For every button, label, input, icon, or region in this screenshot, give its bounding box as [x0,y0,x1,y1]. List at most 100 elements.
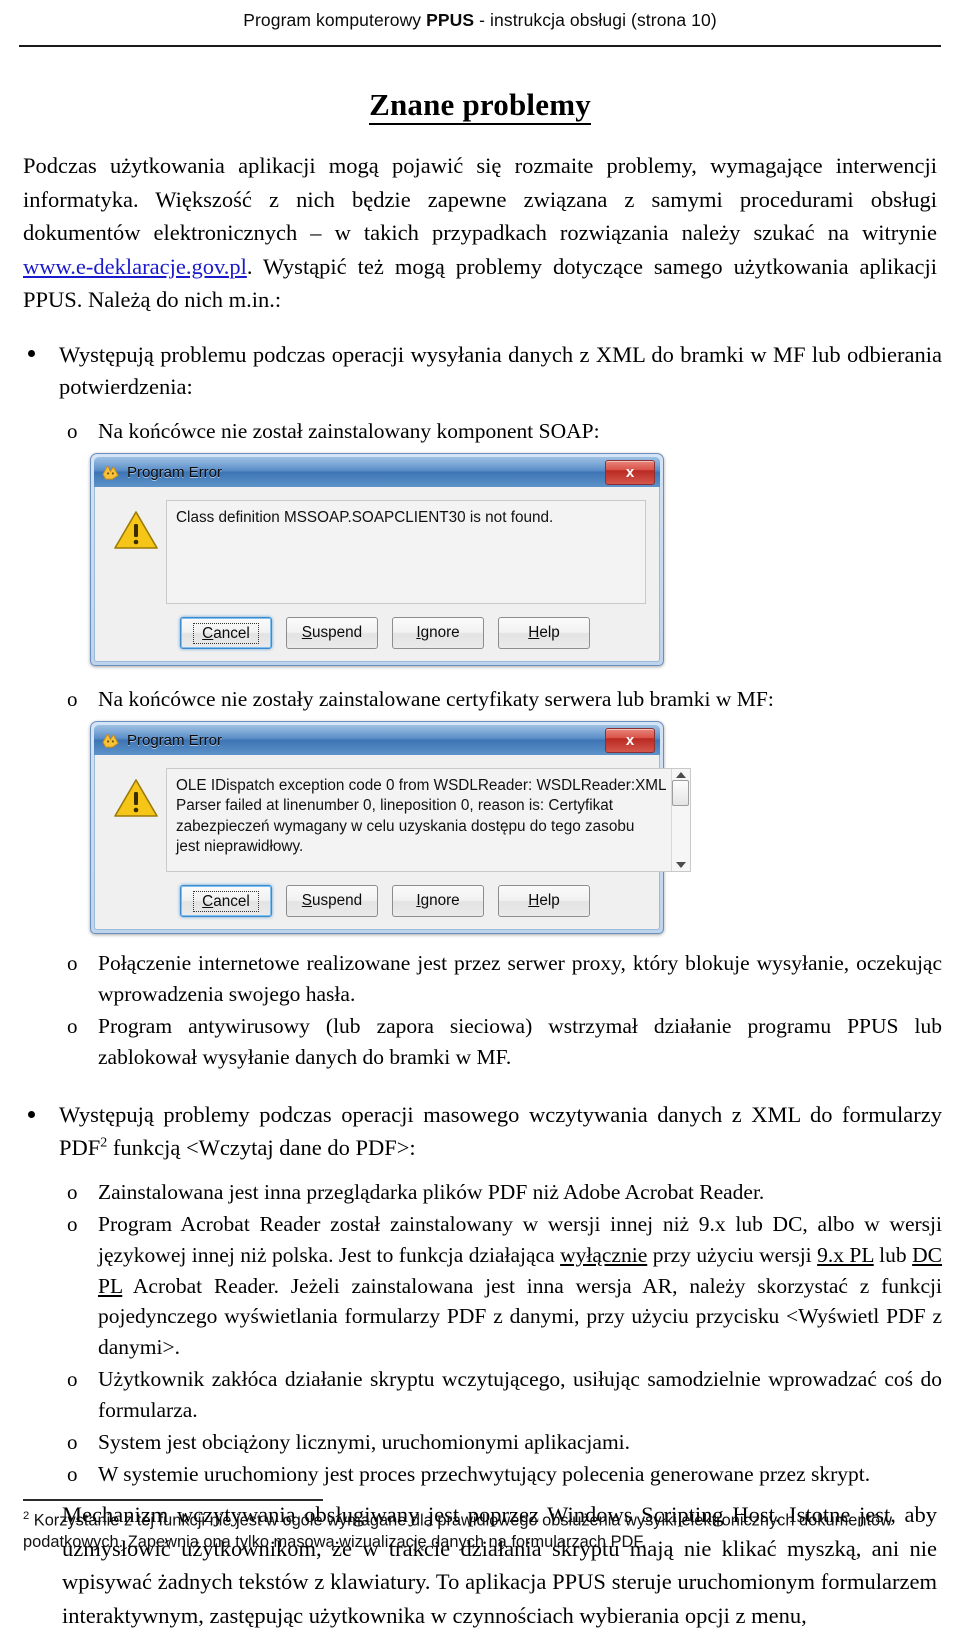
bullet-circle-icon: o [67,1367,78,1392]
dialog1-titlebar[interactable]: Program Error x [94,457,660,488]
ignore-button[interactable]: Ignore [392,617,484,650]
warning-icon [114,511,158,550]
problem-sublist-1: o Na końcówce nie został zainstalowany k… [59,416,942,447]
program-error-app-icon [102,732,119,748]
list-item: o Program Acrobat Reader został zainstalo… [59,1209,942,1364]
running-header-suffix: - instrukcja obsługi (strona 10) [474,10,717,30]
intro-text-part1: Podczas użytkowania aplikacji mogą pojaw… [23,153,937,246]
dialog1-body: Class definition MSSOAP.SOAPCLIENT30 is … [94,487,660,663]
list-item: o Na końcówce nie został zainstalowany k… [59,416,942,447]
footnote: 2 Korzystanie z tej funkcji nie jest w o… [23,1509,937,1553]
close-icon[interactable]: x [605,727,655,753]
bullet-circle-icon: o [67,419,78,444]
list-item: Występują problemu podczas operacji wysy… [18,339,942,448]
cancel-button[interactable]: Cancel [180,885,272,918]
bullet-circle-icon: o [67,687,78,712]
sub1-label: Na końcówce nie został zainstalowany kom… [98,419,600,444]
b2-sub4-text: System jest obciążony licznymi, uruchomi… [98,1430,631,1455]
dialog2-message-line: OLE IDispatch exception code 0 from WSDL… [176,777,667,795]
list-item: o W systemie uruchomiony jest proces prz… [59,1459,942,1490]
problem-sublist-3: o Połączenie internetowe realizowane jes… [59,948,942,1073]
dialog2-message-box: OLE IDispatch exception code 0 from WSDL… [166,768,691,873]
sub4-text: Program antywirusowy (lub zapora sieciow… [98,1014,942,1070]
problem-sublist-2: o Na końcówce nie zostały zainstalowane … [59,684,942,715]
program-error-dialog-1[interactable]: Program Error x Class definition MSSOAP.… [90,453,664,667]
cancel-button-accel: C [202,624,214,642]
page-title: Znane problemy [18,87,942,125]
dialog2-message-line: Parser failed at linenumber 0, lineposit… [176,797,614,815]
dialog2-content-row: OLE IDispatch exception code 0 from WSDL… [108,768,691,873]
b2-sub5-text: W systemie uruchomiony jest proces przec… [98,1462,871,1487]
suspend-button[interactable]: Suspend [286,617,378,650]
scrollbar-thumb[interactable] [672,780,690,807]
footnote-divider [23,1498,323,1501]
b2-sub1-text: Zainstalowana jest inna przeglądarka pli… [98,1179,765,1204]
help-button-accel: H [528,892,540,910]
list-item: o Program antywirusowy (lub zapora sieci… [59,1011,942,1073]
b2-sub2-underline-1: wyłącznie [560,1242,648,1267]
dialog1-message-text: Class definition MSSOAP.SOAPCLIENT30 is … [176,508,643,596]
problem-sublist-4: o Zainstalowana jest inna przeglądarka p… [59,1177,942,1491]
b2-sub2-part-b: przy użyciu wersji [647,1242,818,1267]
bullet-circle-icon: o [67,1430,78,1455]
suspend-button-accel: S [301,624,312,642]
cancel-button-accel: C [202,892,214,910]
b2-sub2-underline-2: 9.x PL [817,1242,874,1267]
b2-sub2-part-c: lub [873,1242,913,1267]
cancel-button[interactable]: Cancel [180,617,272,650]
running-header-app-name: PPUS [426,10,475,30]
program-error-app-icon [102,464,119,480]
scroll-down-icon[interactable] [675,862,686,869]
scroll-up-icon[interactable] [675,772,686,779]
list-item: o Połączenie internetowe realizowane jes… [59,948,942,1010]
dialog2-body: OLE IDispatch exception code 0 from WSDL… [94,755,691,931]
program-error-dialog-2[interactable]: Program Error x OLE IDispatch exception … [90,721,691,935]
message-scrollbar[interactable] [670,769,690,872]
bullet-circle-icon: o [67,1179,78,1204]
running-header-prefix: Program komputerowy [243,10,427,30]
suspend-button[interactable]: Suspend [286,885,378,918]
ignore-button-accel: I [416,624,421,642]
dialog1-button-row: Cancel Suspend Ignore Help [108,617,646,650]
bullet-circle-icon: o [67,1211,78,1236]
dialog1-title: Program Error [127,463,223,481]
e-deklaracje-link[interactable]: www.e-deklaracje.gov.pl [23,254,247,279]
close-icon[interactable]: x [605,459,655,485]
dialog2-message-line: jest nieprawidłowy. [176,837,304,855]
problem-list: Występują problemu podczas operacji wysy… [18,339,942,448]
running-header: Program komputerowy PPUS - instrukcja ob… [18,0,942,31]
list-item: o Na końcówce nie zostały zainstalowane … [59,684,942,715]
warning-icon [114,779,158,817]
b2-sub2-part-d: Acrobat Reader. Jeżeli zainstalowana jes… [98,1273,942,1360]
ignore-button-accel: I [416,892,421,910]
ignore-button[interactable]: Ignore [392,885,484,918]
sub3-text: Połączenie internetowe realizowane jest … [98,951,942,1007]
intro-paragraph: Podczas użytkowania aplikacji mogą pojaw… [23,149,937,317]
dialog2-titlebar[interactable]: Program Error x [94,725,660,756]
dialog1-content-row: Class definition MSSOAP.SOAPCLIENT30 is … [108,500,646,605]
dialog2-message-line: zabezpieczeń wymagany w celu uzyskania d… [176,817,635,835]
footnote-area: 2 Korzystanie z tej funkcji nie jest w o… [18,1498,942,1553]
dialog1-message-box: Class definition MSSOAP.SOAPCLIENT30 is … [166,500,646,605]
bullet-circle-icon: o [67,1014,78,1039]
bullet-circle-icon: o [67,951,78,976]
problem-list-2: Występują problemy podczas operacji maso… [18,1099,942,1490]
dialog2-message-text: OLE IDispatch exception code 0 from WSDL… [176,776,667,864]
dialog1-message-line: Class definition MSSOAP.SOAPCLIENT30 is … [176,509,554,527]
bullet-dot-icon [28,1110,35,1118]
suspend-button-accel: S [301,892,312,910]
dialog2-title: Program Error [127,731,223,749]
list-item: o System jest obciążony licznymi, urucho… [59,1427,942,1458]
sub2-label: Na końcówce nie zostały zainstalowane ce… [98,687,774,712]
help-button[interactable]: Help [498,885,590,918]
list-item: o Zainstalowana jest inna przeglądarka p… [59,1177,942,1208]
dialog2-button-row: Cancel Suspend Ignore Help [108,885,646,918]
bullet-dot-icon [28,350,35,358]
bullet2-text-after: funkcją <Wczytaj dane do PDF>: [107,1134,416,1160]
list-item: Występują problemy podczas operacji maso… [18,1099,942,1490]
help-button[interactable]: Help [498,617,590,650]
document-page: Program komputerowy PPUS - instrukcja ob… [0,0,960,1628]
b2-sub3-text: Użytkownik zakłóca działanie skryptu wcz… [98,1367,942,1423]
bullet1-text: Występują problemu podczas operacji wysy… [59,341,942,400]
list-item: o Użytkownik zakłóca działanie skryptu w… [59,1364,942,1426]
